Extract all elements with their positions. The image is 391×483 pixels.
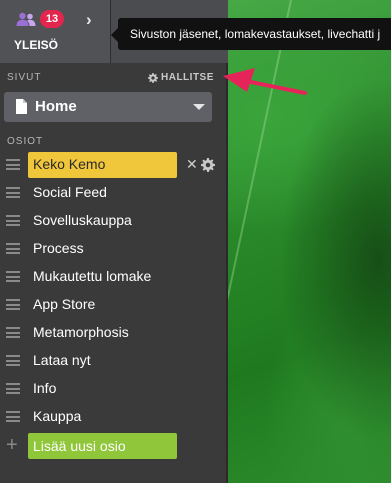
manage-pages-link[interactable]: HALLITSE <box>148 72 214 83</box>
plus-icon[interactable]: + <box>6 434 18 456</box>
close-icon[interactable]: ✕ <box>186 156 198 173</box>
chevron-down-icon <box>193 104 205 110</box>
section-label: Process <box>33 240 84 256</box>
people-icon <box>16 12 36 26</box>
selected-page-label: Home <box>35 98 77 115</box>
section-label: Mukautettu lomake <box>33 268 152 284</box>
section-row[interactable]: Metamorphosis <box>0 319 226 347</box>
section-row[interactable]: Info <box>0 375 226 403</box>
section-row[interactable]: Kauppa <box>0 403 226 431</box>
audience-tooltip: Sivuston jäsenet, lomakevastaukset, live… <box>118 18 391 50</box>
drag-handle-icon[interactable] <box>6 355 20 366</box>
add-section-row: + Lisää uusi osio <box>0 432 226 460</box>
section-label: App Store <box>33 296 96 312</box>
drag-handle-icon[interactable] <box>6 243 20 254</box>
section-label: Keko Kemo <box>33 156 106 172</box>
editor-sidebar: 13 YLEISÖ › Sivuston jäsenet, lomakevast… <box>0 0 391 483</box>
drag-handle-icon[interactable] <box>6 159 20 170</box>
audience-button[interactable]: 13 YLEISÖ › <box>0 0 111 63</box>
manage-label: HALLITSE <box>161 72 214 83</box>
drag-handle-icon[interactable] <box>6 215 20 226</box>
audience-label: YLEISÖ <box>14 38 59 52</box>
chevron-right-icon: › <box>86 10 92 29</box>
gear-icon <box>148 72 158 83</box>
document-icon <box>16 99 27 114</box>
section-label: Social Feed <box>33 184 107 200</box>
section-row-active[interactable]: Keko Kemo ✕ <box>0 151 226 179</box>
drag-handle-icon[interactable] <box>6 271 20 282</box>
section-row[interactable]: Lataa nyt <box>0 347 226 375</box>
member-count-badge: 13 <box>40 10 64 28</box>
section-label: Sovelluskauppa <box>33 212 132 228</box>
pages-section-label: SIVUT <box>7 72 42 83</box>
add-section-button[interactable]: Lisää uusi osio <box>28 433 177 459</box>
sections-section-label: OSIOT <box>7 136 44 147</box>
section-row[interactable]: Mukautettu lomake <box>0 263 226 291</box>
drag-handle-icon[interactable] <box>6 383 20 394</box>
drag-handle-icon[interactable] <box>6 327 20 338</box>
annotation-arrow-icon <box>223 68 307 95</box>
drag-handle-icon[interactable] <box>6 299 20 310</box>
section-row[interactable]: Sovelluskauppa <box>0 207 226 235</box>
drag-handle-icon[interactable] <box>6 411 20 422</box>
gear-icon[interactable] <box>201 158 215 172</box>
tooltip-arrow <box>111 28 118 42</box>
drag-handle-icon[interactable] <box>6 187 20 198</box>
section-row[interactable]: App Store <box>0 291 226 319</box>
section-row[interactable]: Process <box>0 235 226 263</box>
section-label: Info <box>33 380 57 396</box>
section-label: Metamorphosis <box>33 324 129 340</box>
active-section-highlight[interactable]: Keko Kemo <box>28 152 177 178</box>
section-label: Kauppa <box>33 408 82 424</box>
section-label: Lataa nyt <box>33 352 91 368</box>
page-select[interactable]: Home <box>4 92 212 122</box>
section-row[interactable]: Social Feed <box>0 179 226 207</box>
